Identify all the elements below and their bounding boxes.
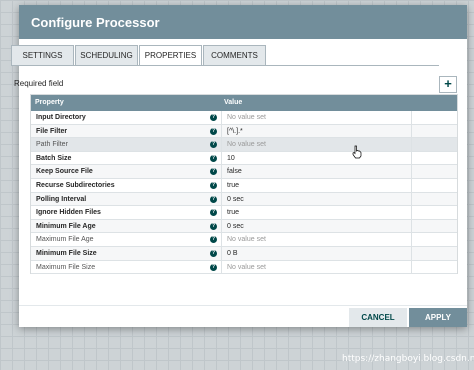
column-divider [411,124,412,138]
help-icon[interactable]: ? [210,154,217,162]
table-row[interactable]: Input Directory ? No value set [31,111,457,125]
property-value[interactable]: [^\.].* [227,128,243,135]
table-row[interactable]: File Filter ? [^\.].* [31,124,457,139]
help-icon[interactable]: ? [210,141,217,149]
cancel-button[interactable]: CANCEL [349,308,407,327]
table-row[interactable]: Recurse Subdirectories ? true [31,178,457,193]
column-divider [221,206,222,220]
property-name: Minimum File Size [36,249,97,257]
property-value[interactable]: 10 [227,155,235,162]
tab-settings[interactable]: SETTINGS [11,45,74,65]
help-icon[interactable]: ? [210,222,217,230]
column-divider [411,219,412,233]
column-divider [411,151,412,165]
hand-cursor-icon [352,145,362,159]
table-body: Input Directory ? No value set File Filt… [31,111,457,275]
help-icon[interactable]: ? [210,195,217,203]
property-value[interactable]: 0 sec [227,196,244,203]
tab-comments[interactable]: COMMENTS [203,45,266,65]
help-icon[interactable]: ? [210,181,217,189]
property-name: Minimum File Age [36,222,96,230]
apply-button[interactable]: APPLY [409,308,467,327]
column-divider [221,111,222,124]
table-row[interactable]: Batch Size ? 10 [31,151,457,166]
column-header-property: Property [35,99,64,106]
column-divider [411,233,412,247]
dialog-header: Configure Processor [19,5,467,39]
column-divider [411,192,412,206]
table-row[interactable]: Keep Source File ? false [31,165,457,179]
watermark-text: https://zhangboyi.blog.csdn.net [342,354,474,364]
column-divider [221,151,222,165]
column-divider [221,246,222,260]
table-row[interactable]: Maximum File Age ? No value set [31,233,457,247]
property-name: Batch Size [36,154,72,162]
help-icon[interactable]: ? [210,127,217,135]
column-divider [221,192,222,206]
column-divider [221,260,222,274]
property-value[interactable]: true [227,182,239,189]
column-divider [411,206,412,220]
property-value[interactable]: No value set [227,236,266,243]
property-value[interactable]: No value set [227,141,266,148]
column-divider [221,138,222,152]
tab-properties[interactable]: PROPERTIES [139,45,202,66]
property-value[interactable]: No value set [227,264,266,271]
column-divider [221,165,222,179]
required-field-label: Required field [14,79,64,88]
help-icon[interactable]: ? [210,236,217,244]
property-value[interactable]: false [227,168,242,175]
column-divider [411,260,412,274]
dialog-footer: CANCEL APPLY [19,305,467,327]
property-name: Keep Source File [36,168,93,176]
column-divider [411,111,412,124]
help-icon[interactable]: ? [210,114,217,121]
property-name: Recurse Subdirectories [36,181,115,189]
property-name: Maximum File Size [36,263,96,271]
table-row[interactable]: Minimum File Size ? 0 B [31,246,457,261]
tab-scheduling[interactable]: SCHEDULING [75,45,138,65]
property-value[interactable]: 0 sec [227,223,244,230]
property-value[interactable]: No value set [227,114,266,121]
column-divider [411,165,412,179]
table-header: Property Value [31,95,457,111]
properties-table: Property Value Input Directory ? No valu… [30,94,458,275]
table-row[interactable]: Maximum File Size ? No value set [31,260,457,275]
column-divider [221,233,222,247]
table-row[interactable]: Ignore Hidden Files ? true [31,206,457,220]
dialog-title: Configure Processor [31,15,160,30]
table-row[interactable]: Path Filter ? No value set [31,138,457,152]
column-divider [411,246,412,260]
column-header-value: Value [224,99,243,106]
help-icon[interactable]: ? [210,168,217,176]
tab-divider [11,65,439,66]
column-divider [221,219,222,233]
property-name: Maximum File Age [36,236,94,244]
column-divider [221,178,222,192]
property-name: Ignore Hidden Files [36,209,101,217]
column-divider [221,124,222,138]
help-icon[interactable]: ? [210,249,217,257]
help-icon[interactable]: ? [210,263,217,271]
column-divider [411,138,412,152]
property-name: Polling Interval [36,195,87,203]
property-name: Input Directory [36,114,86,121]
column-divider [411,178,412,192]
property-value[interactable]: true [227,209,239,216]
property-name: Path Filter [36,141,68,149]
add-property-button[interactable]: + [439,76,457,93]
help-icon[interactable]: ? [210,209,217,217]
property-value[interactable]: 0 B [227,250,238,257]
property-name: File Filter [36,127,68,135]
table-row[interactable]: Polling Interval ? 0 sec [31,192,457,207]
table-row[interactable]: Minimum File Age ? 0 sec [31,219,457,234]
